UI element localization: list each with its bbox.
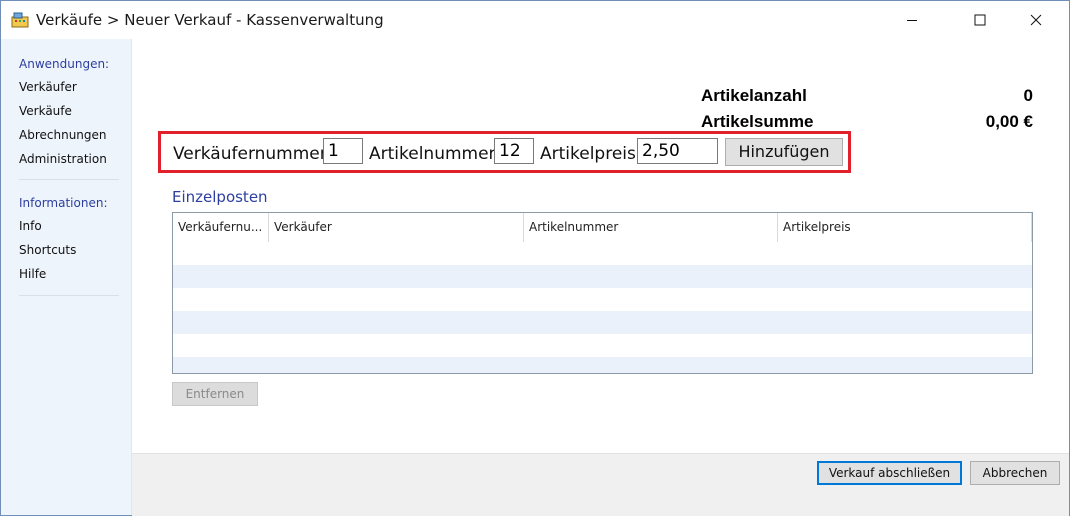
maximize-button[interactable] (957, 1, 1003, 39)
items-section-title: Einzelposten (172, 188, 268, 206)
remove-button[interactable]: Entfernen (172, 382, 258, 406)
sidebar-item-administration[interactable]: Administration (19, 152, 107, 166)
sidebar-divider (19, 179, 119, 180)
title-bar[interactable]: Verkäufe > Neuer Verkauf - Kassenverwalt… (1, 1, 1069, 39)
article-count-value: 0 (1023, 86, 1033, 105)
sidebar-item-info[interactable]: Info (19, 219, 42, 233)
add-button[interactable]: Hinzufügen (725, 138, 843, 166)
table-row-empty (173, 265, 1032, 288)
article-count-label: Artikelanzahl (701, 86, 807, 105)
close-icon (1030, 14, 1042, 26)
article-number-input[interactable] (494, 138, 534, 164)
table-row-empty (173, 311, 1032, 334)
sidebar-item-verkaeufer[interactable]: Verkäufer (19, 80, 77, 94)
column-header-seller[interactable]: Verkäufer (269, 213, 524, 242)
sidebar-item-hilfe[interactable]: Hilfe (19, 267, 46, 281)
application-window: Verkäufe > Neuer Verkauf - Kassenverwalt… (0, 0, 1070, 516)
sidebar-item-abrechnungen[interactable]: Abrechnungen (19, 128, 107, 142)
sidebar-item-shortcuts[interactable]: Shortcuts (19, 243, 76, 257)
column-header-article-price[interactable]: Artikelpreis (778, 213, 1032, 242)
close-button[interactable] (1013, 1, 1059, 39)
sidebar: Anwendungen: Verkäufer Verkäufe Abrechnu… (1, 39, 132, 515)
table-row-empty (173, 334, 1032, 357)
article-sum-label: Artikelsumme (701, 112, 814, 131)
table-row-empty (173, 288, 1032, 311)
cancel-button[interactable]: Abbrechen (970, 461, 1060, 485)
table-row-empty (173, 357, 1032, 373)
article-number-label: Artikelnummer: (369, 144, 501, 164)
seller-number-label: Verkäufernummer: (173, 144, 333, 164)
minimize-button[interactable] (889, 1, 935, 39)
article-price-input[interactable] (637, 138, 718, 164)
article-sum-value: 0,00 € (985, 112, 1033, 131)
sidebar-heading-information: Informationen: (19, 196, 108, 210)
sidebar-item-verkaeufe[interactable]: Verkäufe (19, 104, 72, 118)
maximize-icon (974, 14, 986, 26)
article-price-label: Artikelpreis: (540, 144, 642, 164)
seller-number-input[interactable] (323, 138, 363, 164)
sidebar-divider (19, 295, 119, 296)
finish-sale-button[interactable]: Verkauf abschließen (817, 461, 962, 485)
items-table[interactable]: Verkäufernu... Verkäufer Artikelnummer A… (172, 212, 1033, 374)
sidebar-heading-applications: Anwendungen: (19, 57, 110, 71)
table-row-empty (173, 242, 1032, 265)
window-title: Verkäufe > Neuer Verkauf - Kassenverwalt… (36, 11, 384, 29)
minimize-icon (907, 20, 917, 21)
column-header-seller-number[interactable]: Verkäufernu... (173, 213, 269, 242)
column-header-article-number[interactable]: Artikelnummer (524, 213, 778, 242)
cash-register-icon (11, 12, 29, 28)
